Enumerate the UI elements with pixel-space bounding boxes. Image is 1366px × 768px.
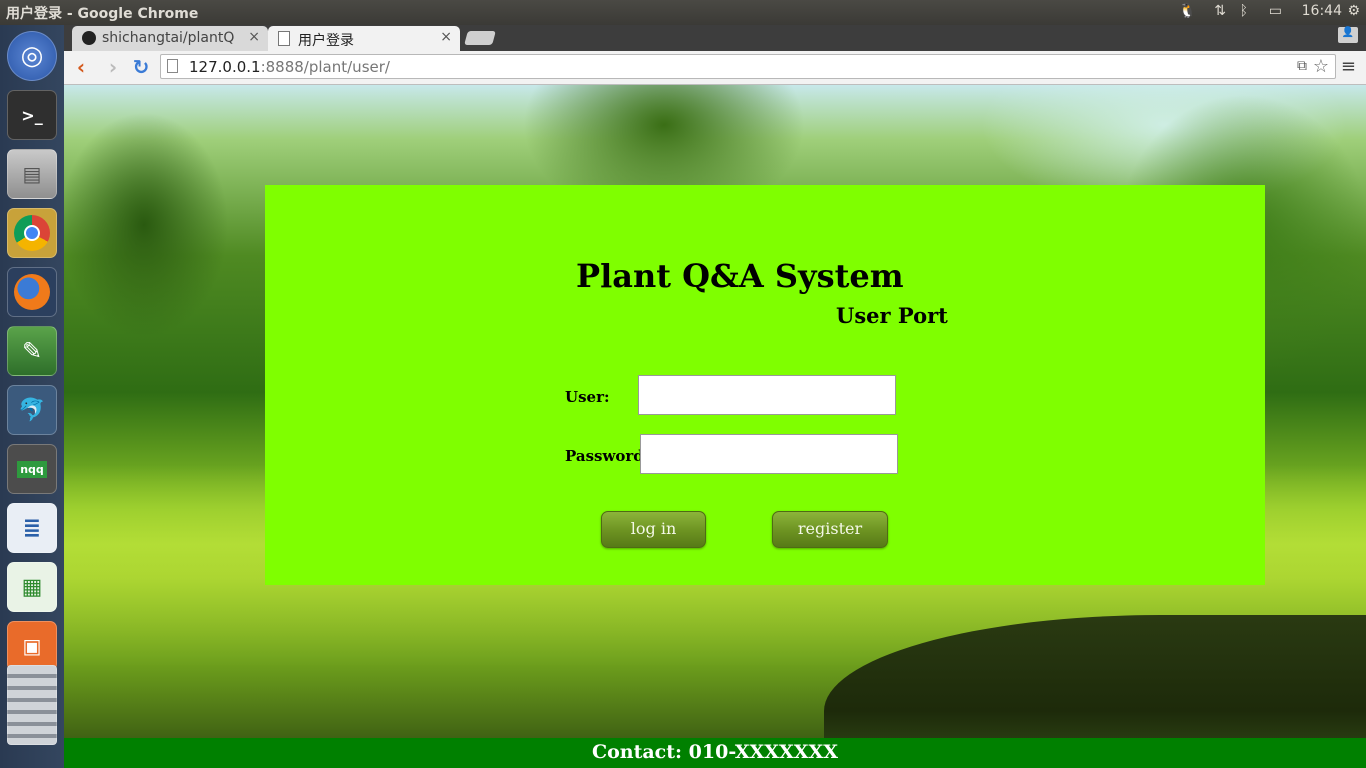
tab-user-login[interactable]: 用户登录 ×	[268, 26, 460, 51]
new-tab-button[interactable]	[464, 31, 496, 45]
chrome-icon[interactable]	[7, 208, 57, 258]
url-text[interactable]: 127.0.0.1:8888/plant/user/	[189, 58, 390, 76]
password-input[interactable]	[640, 434, 898, 474]
reload-icon[interactable]: ↻	[130, 56, 152, 78]
bluetooth-icon[interactable]: ᛒ	[1240, 3, 1248, 19]
page-footer: Contact: 010-XXXXXXX	[64, 738, 1366, 768]
trash-stack-icon[interactable]	[7, 665, 57, 745]
forward-arrow-icon[interactable]: ›	[102, 56, 124, 78]
firefox-icon[interactable]	[7, 267, 57, 317]
qq-penguin-icon[interactable]: 🐧	[1179, 3, 1196, 19]
tab-label: shichangtai/plantQ	[102, 30, 235, 46]
user-label: User:	[565, 388, 610, 406]
page-icon	[278, 31, 290, 46]
os-top-panel: 用户登录 - Google Chrome 🐧 ⇅ ᛒ ▭ 16:44 ⚙	[0, 0, 1366, 25]
files-icon[interactable]: ▤	[7, 149, 57, 199]
libreoffice-impress-icon[interactable]: ▣	[7, 621, 57, 671]
page-icon	[167, 59, 178, 73]
tab-label: 用户登录	[298, 33, 354, 49]
translate-icon[interactable]: ⧉	[1297, 58, 1307, 74]
chrome-menu-icon[interactable]: ≡	[1341, 56, 1356, 77]
register-button[interactable]: register	[772, 511, 888, 548]
footer-contact: Contact: 010-XXXXXXX	[591, 741, 839, 763]
back-arrow-icon[interactable]: ‹	[70, 56, 92, 78]
browser-toolbar: ‹ › ↻ 127.0.0.1:8888/plant/user/ ⧉ ☆ ≡	[64, 51, 1366, 85]
page-title: Plant Q&A System	[576, 257, 904, 295]
login-panel: Plant Q&A System User Port User: Passwor…	[265, 185, 1265, 585]
nqq-icon[interactable]: nqq	[7, 444, 57, 494]
user-input[interactable]	[638, 375, 896, 415]
tab-github[interactable]: shichangtai/plantQ ×	[72, 26, 268, 51]
settings-gear-icon[interactable]: ⚙	[1347, 3, 1360, 19]
network-icon[interactable]: ⇅	[1214, 3, 1226, 19]
page-viewport: Plant Q&A System User Port User: Passwor…	[64, 85, 1366, 768]
text-editor-icon[interactable]: ✎	[7, 326, 57, 376]
unity-launcher: ◎ >_ ▤ ✎ 🐬 nqq ≣ ▦ ▣	[0, 25, 65, 768]
profile-icon[interactable]: 👤	[1338, 27, 1358, 43]
clock[interactable]: 16:44	[1302, 3, 1342, 19]
terminal-icon[interactable]: >_	[7, 90, 57, 140]
github-icon	[82, 31, 96, 45]
browser-tabstrip: shichangtai/plantQ × 用户登录 × 👤	[64, 25, 1366, 51]
window-title: 用户登录 - Google Chrome	[6, 6, 199, 22]
battery-icon[interactable]: ▭	[1269, 3, 1282, 19]
login-button[interactable]: log in	[601, 511, 706, 548]
mysql-workbench-icon[interactable]: 🐬	[7, 385, 57, 435]
libreoffice-calc-icon[interactable]: ▦	[7, 562, 57, 612]
close-tab-icon[interactable]: ×	[248, 29, 260, 45]
close-tab-icon[interactable]: ×	[440, 29, 452, 45]
page-subtitle: User Port	[836, 303, 948, 328]
password-label: Password:	[565, 447, 650, 465]
bookmark-star-icon[interactable]: ☆	[1313, 56, 1329, 77]
ubuntu-dash-icon[interactable]: ◎	[7, 31, 57, 81]
address-bar[interactable]: 127.0.0.1:8888/plant/user/ ⧉ ☆	[160, 54, 1336, 79]
libreoffice-writer-icon[interactable]: ≣	[7, 503, 57, 553]
